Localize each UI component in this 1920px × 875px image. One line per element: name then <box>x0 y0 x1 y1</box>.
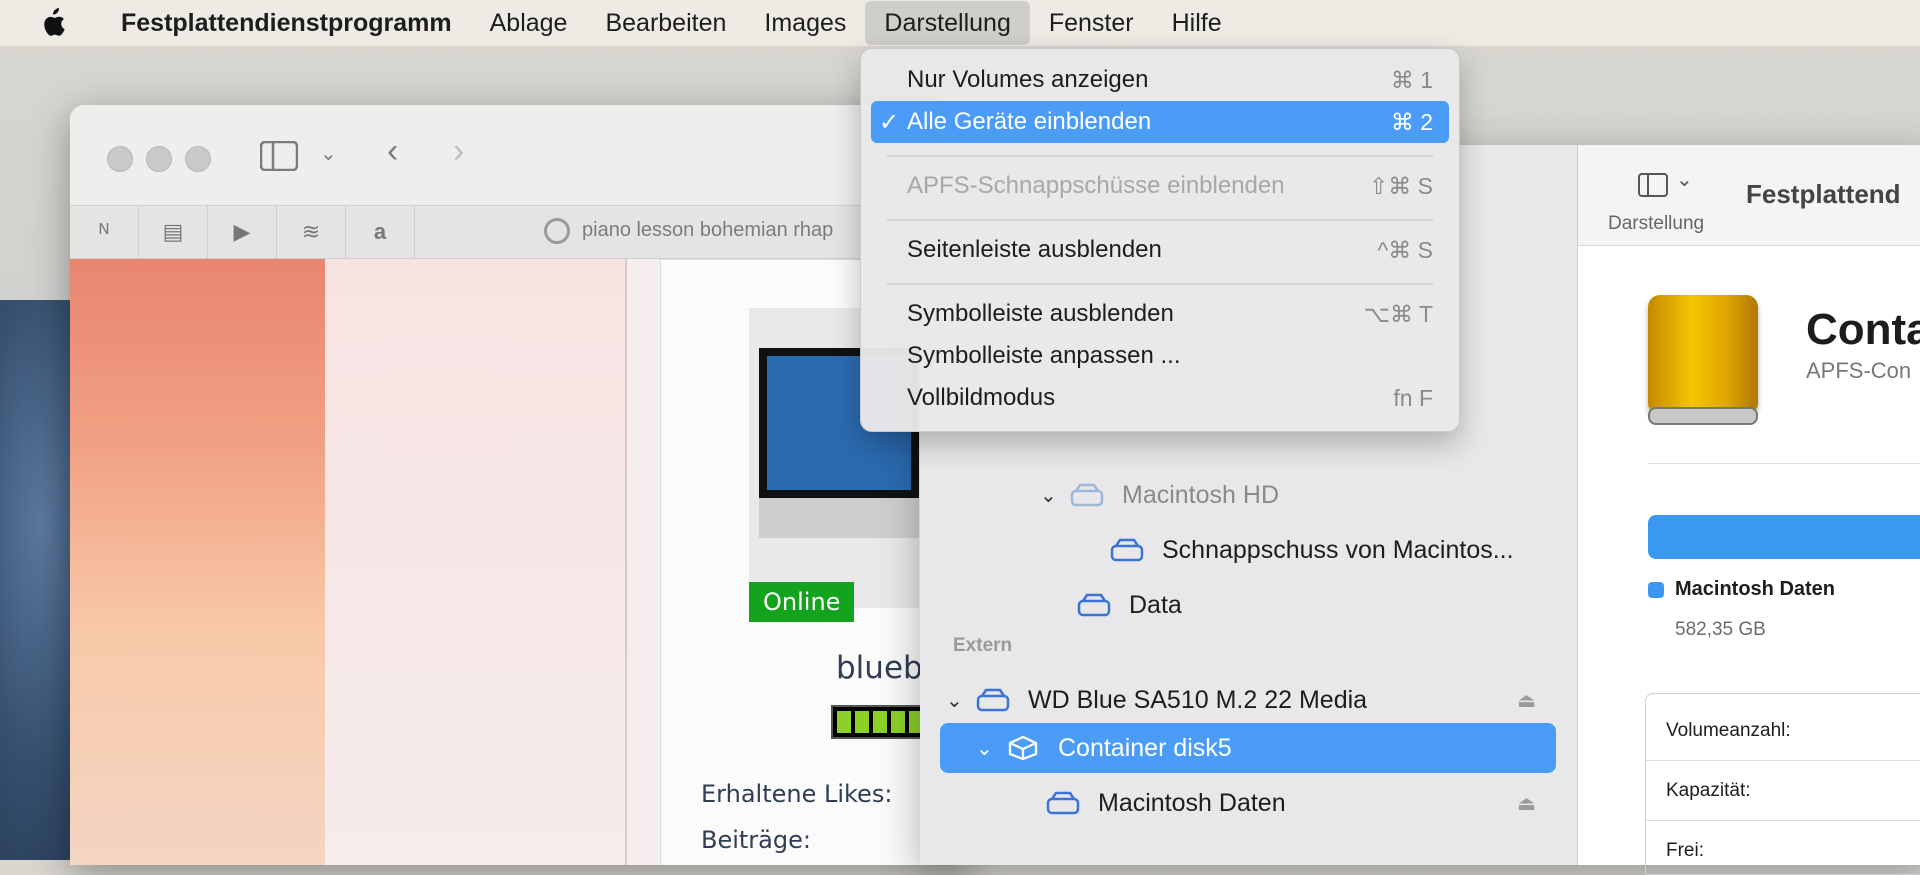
view-button-label[interactable]: Darstellung <box>1608 213 1704 235</box>
menu-app-name[interactable]: Festplattendienstprogramm <box>102 1 471 45</box>
chevron-down-icon[interactable]: ⌄ <box>1040 483 1070 508</box>
menu-item-hide-sidebar[interactable]: Seitenleiste ausblenden ^⌘ S <box>871 229 1449 271</box>
tree-macintosh-hd[interactable]: ⌄ Macintosh HD <box>1040 470 1540 520</box>
sidebar-icon[interactable] <box>260 141 298 171</box>
online-badge: Online <box>749 582 855 622</box>
tree-macintosh-daten[interactable]: Macintosh Daten ⏏ <box>1046 778 1556 828</box>
sunset-image <box>70 259 325 865</box>
chevron-down-icon[interactable]: ⌄ <box>1676 167 1693 192</box>
menu-item-volumes-only[interactable]: Nur Volumes anzeigen ⌘ 1 <box>871 59 1449 101</box>
disk-icon <box>976 688 1010 712</box>
bookmarks-bar: ᴺ ▤ ▶ ≋ a piano lesson bohemian rhap <box>70 206 970 259</box>
chevron-down-icon[interactable]: ⌄ <box>320 141 337 166</box>
menu-hilfe[interactable]: Hilfe <box>1153 1 1241 45</box>
volume-subtitle: APFS-Con <box>1806 358 1912 383</box>
legend-name: Macintosh Daten <box>1675 578 1836 600</box>
menu-fenster[interactable]: Fenster <box>1030 1 1153 45</box>
menu-separator <box>887 219 1433 221</box>
browser-titlebar: ⌄ ‹ › <box>70 105 970 206</box>
eject-icon[interactable]: ⏏ <box>1517 688 1536 713</box>
view-menu: Nur Volumes anzeigen ⌘ 1 ✓ Alle Geräte ei… <box>860 48 1460 432</box>
menu-images[interactable]: Images <box>745 1 865 45</box>
reader-icon[interactable]: ▤ <box>139 206 208 258</box>
menu-separator <box>887 155 1433 157</box>
menu-bearbeiten[interactable]: Bearbeiten <box>586 1 745 45</box>
du-toolbar: ⌄ Darstellung Festplattend <box>1578 145 1920 246</box>
menu-separator <box>887 283 1433 285</box>
legend-dot <box>1648 582 1664 598</box>
tree-snapshot[interactable]: Schnappschuss von Macintos... <box>1110 525 1570 575</box>
play-icon[interactable]: ▶ <box>208 206 277 258</box>
menu-item-apfs-snapshots: APFS-Schnappschüsse einblenden ⇧⌘ S <box>907 172 1433 199</box>
google-icon <box>544 218 570 244</box>
container-icon <box>1008 736 1038 760</box>
info-table: Volumeanzahl: Kapazität: Frei: <box>1645 693 1920 875</box>
detail-pane: ⌄ Darstellung Festplattend Conta APFS-Co… <box>1578 145 1920 875</box>
likes-label: Erhaltene Likes: <box>701 780 893 808</box>
menu-item-show-all-devices[interactable]: ✓ Alle Geräte einblenden ⌘ 2 <box>871 101 1449 143</box>
tree-data[interactable]: Data <box>1077 580 1537 630</box>
level-bar <box>831 705 931 739</box>
info-capacity: Kapazität: <box>1666 780 1751 801</box>
tab-title[interactable]: piano lesson bohemian rhap <box>582 219 833 242</box>
menu-bar: Festplattendienstprogramm Ablage Bearbei… <box>0 0 1920 46</box>
zoom-button[interactable] <box>185 146 211 172</box>
disk-icon <box>1077 593 1111 617</box>
menu-darstellung[interactable]: Darstellung <box>865 1 1030 45</box>
chevron-down-icon[interactable]: ⌄ <box>976 736 1006 761</box>
usage-bar <box>1648 515 1920 559</box>
menu-item-fullscreen[interactable]: Vollbildmodus fn F <box>871 377 1449 419</box>
menu-item-hide-toolbar[interactable]: Symbolleiste ausblenden ⌥⌘ T <box>871 293 1449 335</box>
tree-wd-drive[interactable]: ⌄ WD Blue SA510 M.2 22 Media ⏏ <box>946 675 1556 725</box>
info-volume-count: Volumeanzahl: <box>1666 720 1791 741</box>
volume-title: Conta <box>1806 305 1920 354</box>
web-content: Online blueby Erhaltene Likes: Beiträge: <box>70 259 970 865</box>
minimize-button[interactable] <box>146 146 172 172</box>
amazon-icon[interactable]: a <box>346 206 415 258</box>
eject-icon[interactable]: ⏏ <box>1517 791 1536 816</box>
bookmark-icon[interactable]: ᴺ <box>70 206 139 258</box>
tree-container[interactable]: ⌄ Container disk5 <box>940 723 1556 773</box>
posts-label: Beiträge: <box>701 826 811 854</box>
checkmark-icon: ✓ <box>879 108 900 136</box>
divider <box>1648 463 1920 464</box>
page-side <box>325 259 627 865</box>
info-free: Frei: <box>1666 840 1704 861</box>
disk-icon <box>1046 791 1080 815</box>
disk-icon <box>1070 483 1104 507</box>
browser-window: ⌄ ‹ › ᴺ ▤ ▶ ≋ a piano lesson bohemian rh… <box>70 105 970 865</box>
close-button[interactable] <box>107 146 133 172</box>
bird-icon[interactable]: ≋ <box>277 206 346 258</box>
back-icon[interactable]: ‹ <box>387 132 398 171</box>
menu-item-customize-toolbar[interactable]: Symbolleiste anpassen ... <box>871 335 1449 377</box>
section-external: Extern <box>953 635 1013 656</box>
chevron-down-icon[interactable]: ⌄ <box>946 688 976 713</box>
external-disk-icon <box>1648 295 1758 425</box>
window-title: Festplattend <box>1746 179 1901 209</box>
menu-ablage[interactable]: Ablage <box>471 1 587 45</box>
apple-icon[interactable] <box>36 8 70 38</box>
disk-icon <box>1110 538 1144 562</box>
forward-icon[interactable]: › <box>453 132 464 171</box>
sidebar-icon[interactable] <box>1638 173 1668 197</box>
legend-size: 582,35 GB <box>1675 619 1766 640</box>
